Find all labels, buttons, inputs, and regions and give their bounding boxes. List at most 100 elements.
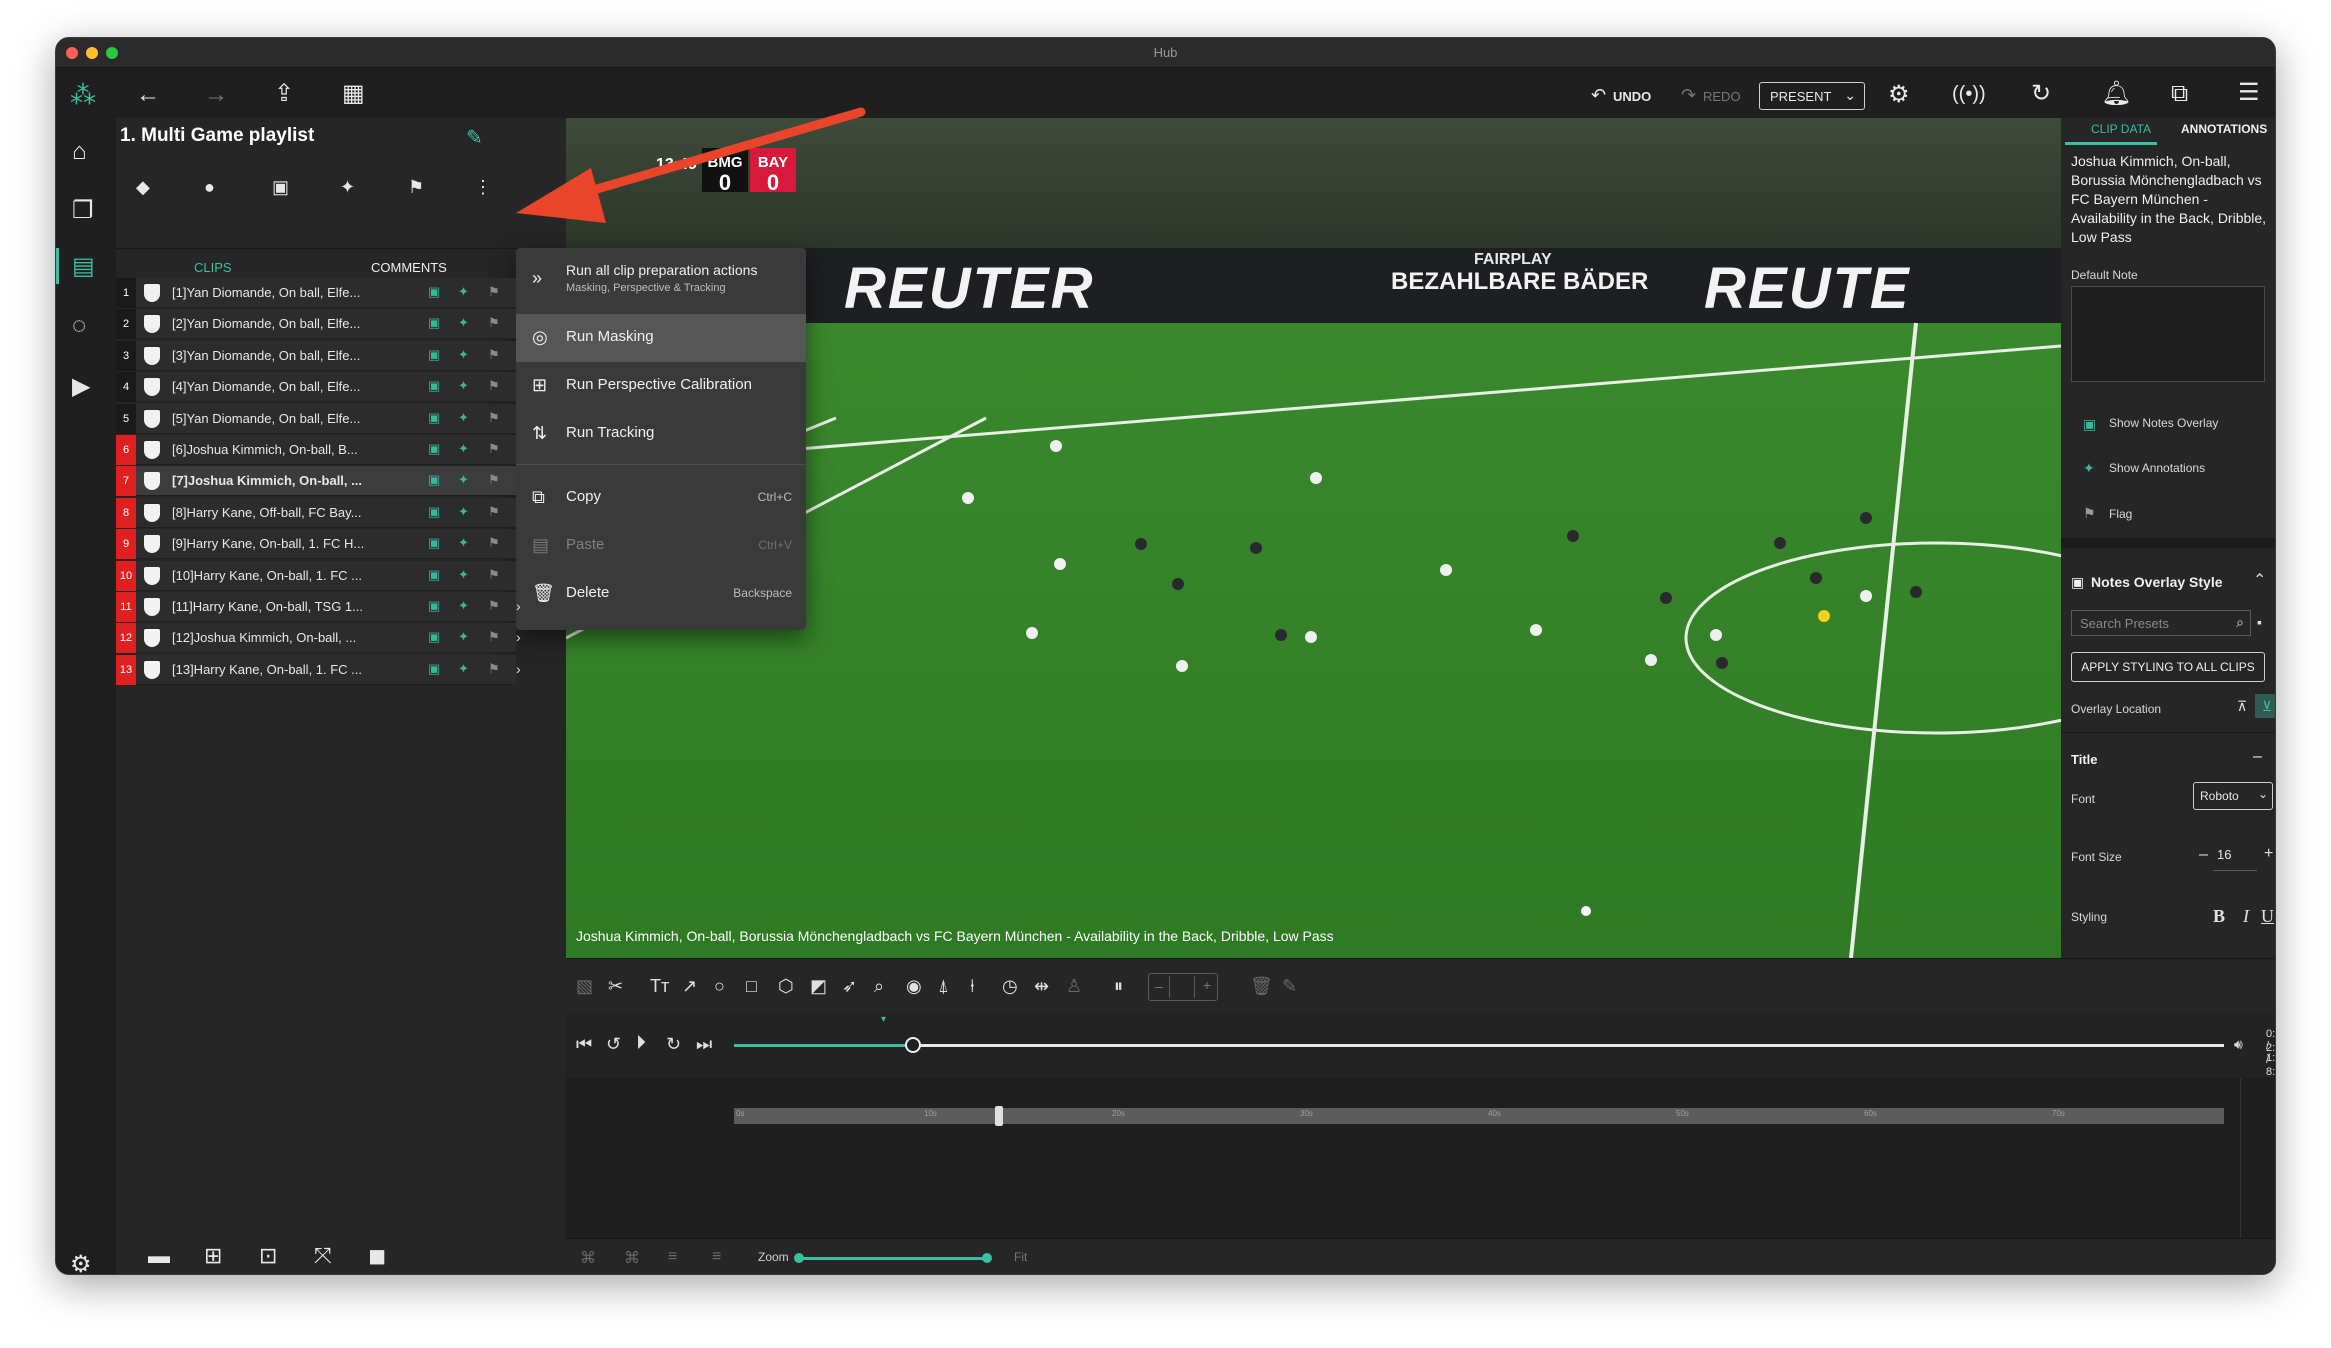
menu-run-tracking[interactable]: ⇅ Run Tracking: [516, 410, 806, 458]
chevron-right-icon[interactable]: ›: [516, 598, 521, 614]
collapse-minus-icon[interactable]: –: [2253, 748, 2262, 766]
overlay-top-icon[interactable]: ⊼: [2237, 698, 2247, 715]
search-presets-field[interactable]: Search Presets ⌕: [2071, 610, 2251, 636]
menu-run-masking[interactable]: ◎ Run Masking: [516, 314, 806, 362]
play-square-icon[interactable]: ▶︎: [72, 372, 90, 401]
grid-layout-icon[interactable]: ▦: [342, 82, 365, 106]
settings-gear-icon[interactable]: ⚙: [70, 1250, 92, 1274]
clip-row[interactable]: 4 [4]Yan Diomande, On ball, Elfe... ▣ ✦ ⚑: [116, 372, 516, 403]
flag-icon[interactable]: ⚑: [488, 285, 502, 299]
save-preset-icon[interactable]: ▪: [2257, 614, 2262, 630]
chevron-up-icon[interactable]: ⌃: [2253, 570, 2266, 590]
redo-icon[interactable]: ↷: [1681, 86, 1696, 104]
zoom-slider-track[interactable]: [794, 1253, 992, 1263]
progress-knob[interactable]: [904, 1037, 921, 1053]
flag-icon[interactable]: ⚑: [488, 567, 502, 582]
progress-track[interactable]: [734, 1037, 2224, 1053]
distance-tool-icon[interactable]: ⍿: [970, 976, 975, 997]
video-camera-icon[interactable]: ◼: [368, 1243, 386, 1269]
zoom-slider-max-knob[interactable]: [982, 1253, 992, 1263]
notes-overlay-icon[interactable]: ▣: [428, 661, 442, 676]
notes-overlay-icon[interactable]: ▣: [428, 285, 442, 299]
volume-icon[interactable]: 🔊︎: [2234, 1036, 2243, 1053]
zoom-slider-min-knob[interactable]: [794, 1253, 804, 1263]
stepper-value[interactable]: [1169, 976, 1195, 998]
track-tool-2-icon[interactable]: ⌘: [624, 1248, 640, 1268]
duration-stepper[interactable]: – +: [1148, 973, 1218, 1001]
home-icon[interactable]: ⌂: [72, 138, 87, 166]
refresh-icon[interactable]: ↻: [2031, 82, 2051, 106]
notes-overlay-icon[interactable]: ▣: [428, 316, 442, 330]
flag-icon[interactable]: ⚑: [488, 599, 502, 613]
gear-icon[interactable]: ⚙: [1888, 83, 1910, 107]
paint-reset-icon[interactable]: ✎: [1282, 976, 1297, 997]
align-right-icon[interactable]: ≡: [712, 1248, 721, 1266]
flag-icon[interactable]: ⚑: [488, 473, 502, 487]
flag-icon[interactable]: ⚑: [488, 504, 502, 519]
bell-icon[interactable]: 🔔︎: [2101, 82, 2131, 106]
player-marker-icon[interactable]: ⍋: [938, 976, 949, 997]
annotations-icon[interactable]: ✦: [458, 504, 472, 519]
clip-row[interactable]: 3 [3]Yan Diomande, On ball, Elfe... ▣ ✦ ⚑: [116, 340, 516, 371]
eye-tool-icon[interactable]: ◉: [906, 976, 922, 997]
pause-marker-icon[interactable]: ⏸: [1114, 976, 1123, 997]
timeline-playhead[interactable]: [995, 1106, 1003, 1126]
annotations-icon[interactable]: ✦: [458, 316, 472, 330]
annotations-icon[interactable]: ✦: [458, 410, 472, 425]
undo-icon[interactable]: ↶: [1591, 86, 1606, 104]
annotations-icon[interactable]: ✦: [458, 599, 472, 613]
text-tool-icon[interactable]: Tт: [650, 976, 669, 997]
trash-icon[interactable]: 🗑︎: [1250, 976, 1273, 997]
flag-icon[interactable]: ⚑: [488, 410, 502, 425]
folder-icon[interactable]: ▬: [148, 1243, 170, 1269]
expand-icon[interactable]: ⤧: [314, 1243, 332, 1269]
clip-row[interactable]: 5 [5]Yan Diomande, On ball, Elfe... ▣ ✦ ⚑: [116, 403, 516, 434]
add-media-icon[interactable]: ⊡: [259, 1243, 277, 1269]
annotations-icon[interactable]: ✦: [458, 661, 472, 676]
annotations-icon[interactable]: ✦: [458, 536, 472, 550]
redo-button[interactable]: REDO: [1703, 89, 1741, 104]
annotations-icon[interactable]: ✦: [458, 347, 472, 362]
font-size-input[interactable]: 16: [2213, 845, 2257, 871]
notes-overlay-icon[interactable]: ▣: [428, 536, 442, 550]
layers-icon[interactable]: ▧: [576, 976, 593, 997]
clip-row[interactable]: 8 [8]Harry Kane, Off-ball, FC Bay... ▣ ✦ ⚑: [116, 497, 516, 528]
default-note-textarea[interactable]: [2071, 286, 2265, 382]
back-arrow-icon[interactable]: ←: [136, 83, 160, 107]
menu-copy[interactable]: ⧉ Copy Ctrl+C: [516, 474, 806, 522]
clip-row[interactable]: 9 [9]Harry Kane, On-ball, 1. FC H... ▣ ✦ ⚑: [116, 529, 516, 560]
menu-delete[interactable]: 🗑︎ Delete Backspace: [516, 570, 806, 618]
playlist-icon[interactable]: ▤: [72, 252, 95, 281]
decrease-font-size-button[interactable]: –: [2199, 846, 2208, 864]
flag-icon[interactable]: ⚑: [488, 630, 502, 644]
polygon-tool-icon[interactable]: ⬡: [778, 976, 794, 997]
notes-overlay-icon[interactable]: ▣: [428, 567, 442, 582]
notes-overlay-icon[interactable]: ▣: [428, 473, 442, 487]
annotations-icon[interactable]: ✦: [458, 473, 472, 487]
more-options-icon[interactable]: ⋮: [474, 178, 492, 196]
split-tool-icon[interactable]: ⇹: [1034, 976, 1049, 997]
circle-sync-icon[interactable]: ◌: [72, 312, 86, 340]
clip-row[interactable]: 1 [1]Yan Diomande, On ball, Elfe... ▣ ✦ ⚑: [116, 278, 516, 308]
clip-row[interactable]: 10 [10]Harry Kane, On-ball, 1. FC ... ▣ ✦ ⚑: [116, 560, 516, 591]
notes-overlay-icon[interactable]: ▣: [428, 504, 442, 519]
flag-toggle[interactable]: Flag: [2109, 507, 2132, 521]
timeline-ruler[interactable]: 0s 10s 20s 30s 40s 50s 60s 70s: [734, 1106, 2224, 1126]
skip-previous-icon[interactable]: ⏮: [576, 1034, 592, 1055]
flag-icon[interactable]: ⚑: [488, 536, 502, 550]
stepper-minus-icon[interactable]: –: [1155, 978, 1163, 994]
flag-icon[interactable]: ⚑: [408, 178, 424, 196]
hamburger-menu-icon[interactable]: ☰: [2238, 81, 2260, 105]
chevron-right-icon[interactable]: ›: [516, 661, 521, 677]
rectangle-tool-icon[interactable]: □: [746, 976, 757, 997]
annotations-icon[interactable]: ✦: [458, 285, 472, 299]
forward-arrow-icon[interactable]: →: [204, 83, 228, 107]
notes-overlay-icon[interactable]: ▣: [428, 599, 442, 613]
flag-icon[interactable]: ⚑: [488, 442, 502, 456]
bold-icon[interactable]: B: [2213, 906, 2225, 927]
clip-row[interactable]: 6 [6]Joshua Kimmich, On-ball, B... ▣ ✦ ⚑: [116, 435, 516, 465]
track-tool-icon[interactable]: ⌘: [580, 1248, 596, 1268]
align-icon[interactable]: ≡: [668, 1248, 677, 1266]
circle-tool-icon[interactable]: ○: [714, 976, 725, 997]
font-select[interactable]: Roboto ⌄: [2193, 782, 2273, 810]
